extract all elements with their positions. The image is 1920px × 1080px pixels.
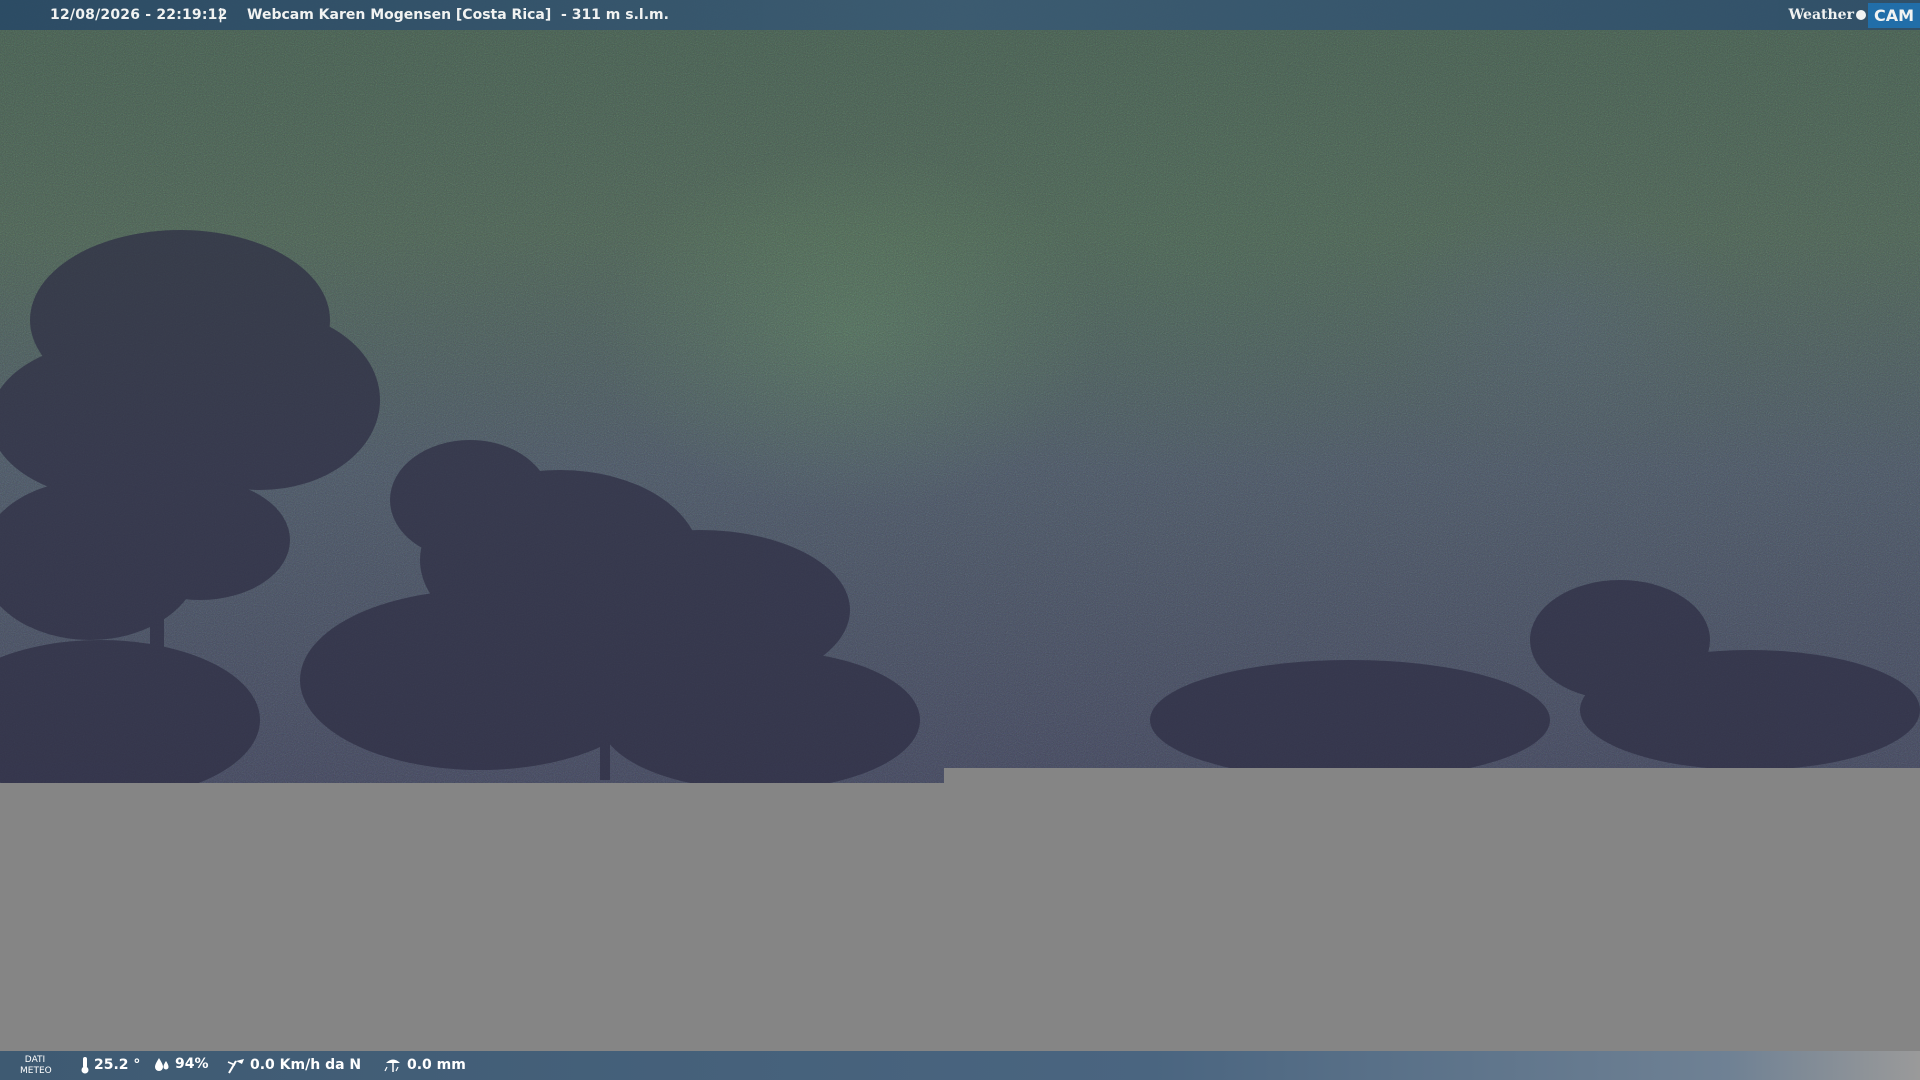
webcam-frame: 12/08/2026 - 22:19:12 | Webcam Karen Mog… <box>0 0 1920 1080</box>
temperature-value: 25.2 ° <box>94 1057 141 1073</box>
rain-reading: 0.0 mm <box>383 1056 466 1074</box>
webcam-title: Webcam Karen Mogensen [Costa Rica] - 311… <box>247 7 669 23</box>
weather-data-bar: DATI METEO 25.2 ° 94% 0.0 Km/h da N 0.0 … <box>0 1051 1920 1080</box>
logo-weather-text: Weather <box>1788 7 1854 23</box>
logo-cam-text: CAM <box>1867 2 1920 28</box>
header-bar: 12/08/2026 - 22:19:12 | Webcam Karen Mog… <box>0 0 1920 30</box>
wind-value: 0.0 Km/h da N <box>250 1057 362 1073</box>
humidity-reading: 94% <box>153 1056 209 1072</box>
timestamp: 12/08/2026 - 22:19:12 <box>50 7 228 23</box>
temperature-reading: 25.2 ° <box>80 1056 140 1074</box>
weather-data-label-line2: METEO <box>20 1066 52 1076</box>
humidity-drops-icon <box>155 1058 169 1071</box>
tree-silhouettes <box>0 230 1920 783</box>
header-separator: | <box>218 7 224 23</box>
wind-reading: 0.0 Km/h da N <box>226 1056 361 1074</box>
weathercam-logo[interactable]: Weather CAM <box>1788 0 1920 30</box>
logo-dot-icon <box>1855 10 1866 20</box>
rain-value: 0.0 mm <box>407 1057 466 1073</box>
thermometer-icon <box>81 1057 89 1074</box>
rain-gauge-icon <box>384 1059 400 1072</box>
missing-image-area-right <box>944 768 1920 1051</box>
missing-image-area-left <box>0 783 944 1051</box>
humidity-value: 94% <box>175 1056 209 1072</box>
weather-data-label: DATI METEO <box>20 1055 52 1077</box>
wind-icon <box>227 1059 244 1074</box>
weather-data-label-line1: DATI <box>24 1055 46 1065</box>
